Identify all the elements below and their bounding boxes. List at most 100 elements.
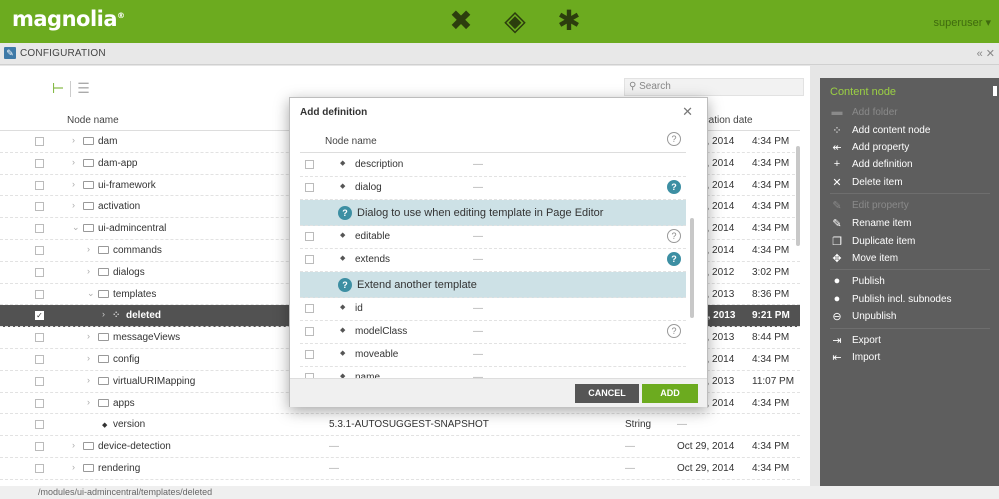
list-item[interactable]: ◆ description — [300,154,686,177]
magnolia-logo[interactable]: magnolia® [12,7,125,31]
expand-icon[interactable]: › [72,135,75,145]
column-node-name[interactable]: Node name [67,115,119,126]
row-checkbox[interactable] [35,158,44,168]
expand-icon[interactable]: › [72,179,75,189]
expand-icon[interactable]: › [87,353,90,363]
row-checkbox[interactable] [35,333,44,343]
dialog-scrollbar[interactable] [690,218,694,318]
expand-icon[interactable]: › [87,266,90,276]
expand-icon[interactable]: › [72,462,75,472]
row-checkbox[interactable] [305,350,314,359]
folder-icon [83,442,94,451]
collapse-icon[interactable]: ⌄ [87,288,95,299]
help-icon[interactable]: ? [667,229,681,243]
row-checkbox[interactable] [35,442,44,452]
grid-scrollbar[interactable] [796,146,800,246]
edit-property-icon: ✎ [832,200,842,212]
action-duplicate-item[interactable]: ❐ Duplicate item [830,235,915,248]
action-rename-item[interactable]: ✎ Rename item [830,217,911,230]
row-checkbox[interactable] [35,376,44,386]
search-input[interactable]: ⚲ Search [624,78,804,96]
list-item[interactable]: ◆ extends — ? [300,249,686,272]
row-checkbox[interactable] [35,224,44,234]
action-add-content-node[interactable]: ⁘ Add content node [830,124,930,137]
column-node-name[interactable]: Node name [325,136,377,147]
row-checkbox[interactable] [35,354,44,364]
help-icon[interactable]: ? [667,252,681,266]
expand-icon[interactable]: › [87,397,90,407]
duplicate-icon: ❐ [832,236,842,248]
action-publish[interactable]: ● Publish [830,275,885,287]
apps-launcher-icon[interactable]: ✖ [446,6,476,36]
action-add-folder[interactable]: ▬ Add folder [830,106,898,118]
action-add-property[interactable]: ↞ Add property [830,141,909,154]
close-icon[interactable]: ✕ [682,104,693,120]
expand-icon[interactable]: › [87,244,90,254]
action-publish-subnodes[interactable]: ● Publish incl. subnodes [830,293,952,305]
row-checkbox[interactable] [35,289,44,299]
help-tooltip: ? Extend another template [300,272,686,298]
cancel-button[interactable]: CANCEL [575,384,639,403]
expand-icon[interactable]: › [87,375,90,385]
list-item[interactable]: ◆ editable — ? [300,226,686,249]
action-move-item[interactable]: ✥ Move item [830,252,898,265]
user-menu[interactable]: superuser [934,16,992,29]
add-button[interactable]: ADD [642,384,698,403]
list-item[interactable]: ◆ moveable — [300,344,686,367]
row-checkbox[interactable] [305,327,314,336]
row-checkbox[interactable] [305,304,314,313]
row-checkbox[interactable] [35,463,44,473]
expand-icon[interactable]: › [87,331,90,341]
add-property-icon: ↞ [832,142,842,154]
search-icon: ⚲ [629,81,637,92]
row-checkbox[interactable] [35,137,44,146]
help-icon[interactable]: ? [667,324,681,338]
expand-icon[interactable]: › [72,157,75,167]
move-icon: ✥ [832,253,842,265]
table-row[interactable]: ◆ version 5.3.1-AUTOSUGGEST-SNAPSHOT Str… [0,414,800,437]
list-item[interactable]: ◆ dialog — ? [300,177,686,200]
table-row[interactable]: › device-detection — — Oct 29, 2014 4:34… [0,436,800,458]
row-checkbox[interactable] [305,183,314,192]
row-checkbox[interactable] [35,202,44,212]
view-toggles: ⊢ ☰ [52,80,90,97]
row-checkbox[interactable] [35,267,44,277]
folder-icon [83,224,94,233]
favorites-icon[interactable]: ✱ [554,6,584,36]
help-icon[interactable]: ? [667,180,681,194]
expand-icon[interactable]: › [102,309,105,319]
action-bar-collapse-handle[interactable] [993,86,997,96]
tree-view-icon[interactable]: ⊢ [52,80,64,97]
row-checkbox[interactable] [35,398,44,408]
action-add-definition[interactable]: + Add definition [830,158,913,170]
app-window-controls[interactable]: « ✕ [977,47,995,60]
table-row[interactable]: › rendering — — Oct 29, 2014 4:34 PM [0,458,800,480]
row-checkbox-checked[interactable]: ✓ [35,311,44,321]
action-import[interactable]: ⇤ Import [830,351,880,364]
divider [70,80,72,97]
pulse-icon[interactable]: ◈ [500,6,530,36]
help-icon[interactable]: ? [667,132,681,146]
collapse-icon[interactable]: ⌄ [72,222,80,233]
app-header: ✎ CONFIGURATION « ✕ [0,43,999,65]
row-checkbox[interactable] [305,160,314,169]
action-delete-item[interactable]: ✕ Delete item [830,176,902,189]
action-edit-property[interactable]: ✎ Edit property [830,199,908,212]
row-checkbox[interactable] [35,420,44,430]
row-checkbox[interactable] [305,255,314,264]
list-item[interactable]: ◆ id — [300,298,686,321]
list-view-icon[interactable]: ☰ [77,80,90,97]
action-unpublish[interactable]: ⊖ Unpublish [830,310,896,323]
row-checkbox[interactable] [35,180,44,190]
status-path: /modules/ui-admincentral/templates/delet… [0,486,999,499]
list-item[interactable]: ◆ modelClass — ? [300,321,686,344]
configuration-app-icon: ✎ [4,47,16,59]
row-checkbox[interactable] [35,245,44,255]
row-checkbox[interactable] [305,232,314,241]
action-export[interactable]: ⇥ Export [830,334,881,347]
expand-icon[interactable]: › [72,440,75,450]
expand-icon[interactable]: › [72,200,75,210]
folder-icon [98,398,109,407]
publish-icon: ● [833,275,841,287]
folder-icon [98,354,109,363]
